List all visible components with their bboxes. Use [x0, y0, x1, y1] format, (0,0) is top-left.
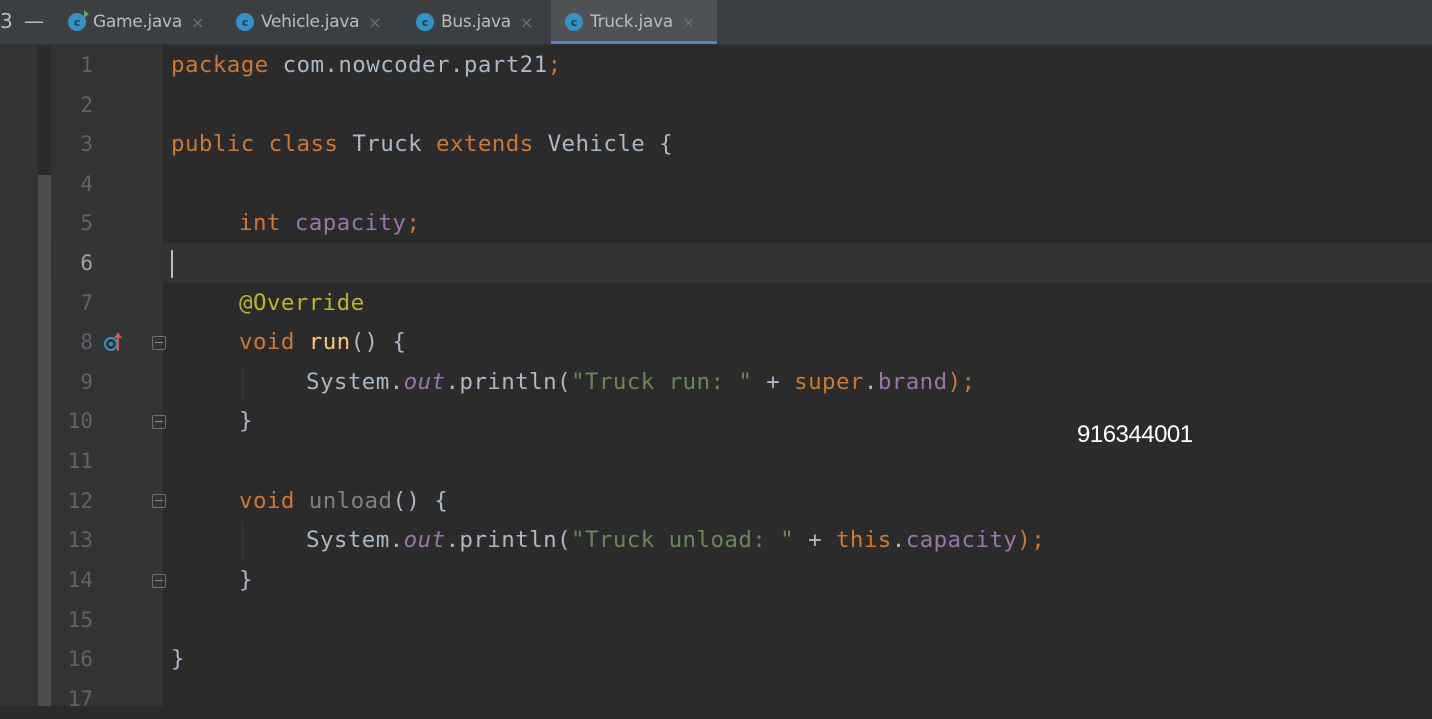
line-number: 9 [80, 370, 93, 394]
code-line-1[interactable]: package com.nowcoder.part21; [171, 45, 562, 85]
editor-tab-bar: 3 — c Game.java × c Vehicle.java × c Bus… [0, 0, 1432, 45]
text-caret [171, 250, 173, 278]
class-run-icon: c [68, 10, 89, 31]
line-number-current: 6 [80, 251, 93, 275]
overrides-method-icon[interactable] [104, 332, 122, 354]
tab-game-java[interactable]: c Game.java × [68, 0, 216, 44]
code-line-7[interactable]: @Override [239, 283, 365, 323]
indent-guide [242, 523, 243, 561]
fold-end-icon[interactable] [152, 574, 166, 588]
line-number: 13 [67, 528, 93, 552]
line-number: 8 [80, 330, 93, 354]
left-edge-glyph: 3 [0, 9, 13, 33]
class-icon: c [236, 13, 254, 31]
code-line-12[interactable]: void unload() { [239, 481, 448, 521]
line-number: 14 [67, 568, 93, 592]
code-line-5[interactable]: int capacity; [239, 203, 420, 243]
tab-label: Bus.java [441, 12, 511, 32]
close-icon[interactable]: × [682, 13, 695, 32]
code-line-14[interactable]: } [239, 560, 253, 600]
line-number: 17 [67, 687, 93, 711]
code-line-8[interactable]: void run() { [239, 322, 406, 362]
tab-label: Game.java [93, 12, 182, 32]
line-number: 7 [80, 291, 93, 315]
tool-window-strip [0, 45, 38, 706]
code-editor[interactable]: 1 2 3 4 5 6 7 8 9 10 11 12 13 14 15 16 1… [0, 45, 1432, 711]
tab-label: Truck.java [590, 12, 673, 32]
code-line-16[interactable]: } [171, 639, 185, 679]
tab-vehicle-java[interactable]: c Vehicle.java × [236, 0, 396, 44]
line-number: 5 [80, 211, 93, 235]
line-number: 2 [80, 93, 93, 117]
line-number: 4 [80, 172, 93, 196]
fold-toggle-icon[interactable] [152, 336, 166, 350]
hide-panel-button[interactable]: — [24, 8, 44, 34]
line-number: 12 [67, 489, 93, 513]
code-line-3[interactable]: public class Truck extends Vehicle { [171, 124, 673, 164]
gutter-divider [161, 45, 162, 706]
tab-truck-java[interactable]: c Truck.java × [551, 0, 717, 44]
fold-toggle-icon[interactable] [152, 494, 166, 508]
line-number: 1 [80, 53, 93, 77]
line-number: 11 [67, 449, 93, 473]
close-icon[interactable]: × [368, 13, 381, 32]
code-line-9[interactable]: System.out.println("Truck run: " + super… [306, 362, 975, 402]
indent-guide [242, 365, 243, 403]
line-number: 16 [67, 647, 93, 671]
class-icon: c [565, 13, 583, 31]
tab-label: Vehicle.java [261, 12, 360, 32]
close-icon[interactable]: × [191, 13, 204, 32]
current-line-highlight [51, 243, 1432, 283]
fold-end-icon[interactable] [152, 415, 166, 429]
line-number: 10 [67, 409, 93, 433]
watermark-number: 916344001 [1077, 421, 1193, 448]
line-number: 3 [80, 132, 93, 156]
class-icon: c [416, 13, 434, 31]
tab-bus-java[interactable]: c Bus.java × [416, 0, 546, 44]
code-line-10[interactable]: } [239, 401, 253, 441]
scrollbar[interactable] [38, 175, 51, 706]
close-icon[interactable]: × [520, 13, 533, 32]
code-line-13[interactable]: System.out.println("Truck unload: " + th… [306, 520, 1045, 560]
line-number: 15 [67, 608, 93, 632]
